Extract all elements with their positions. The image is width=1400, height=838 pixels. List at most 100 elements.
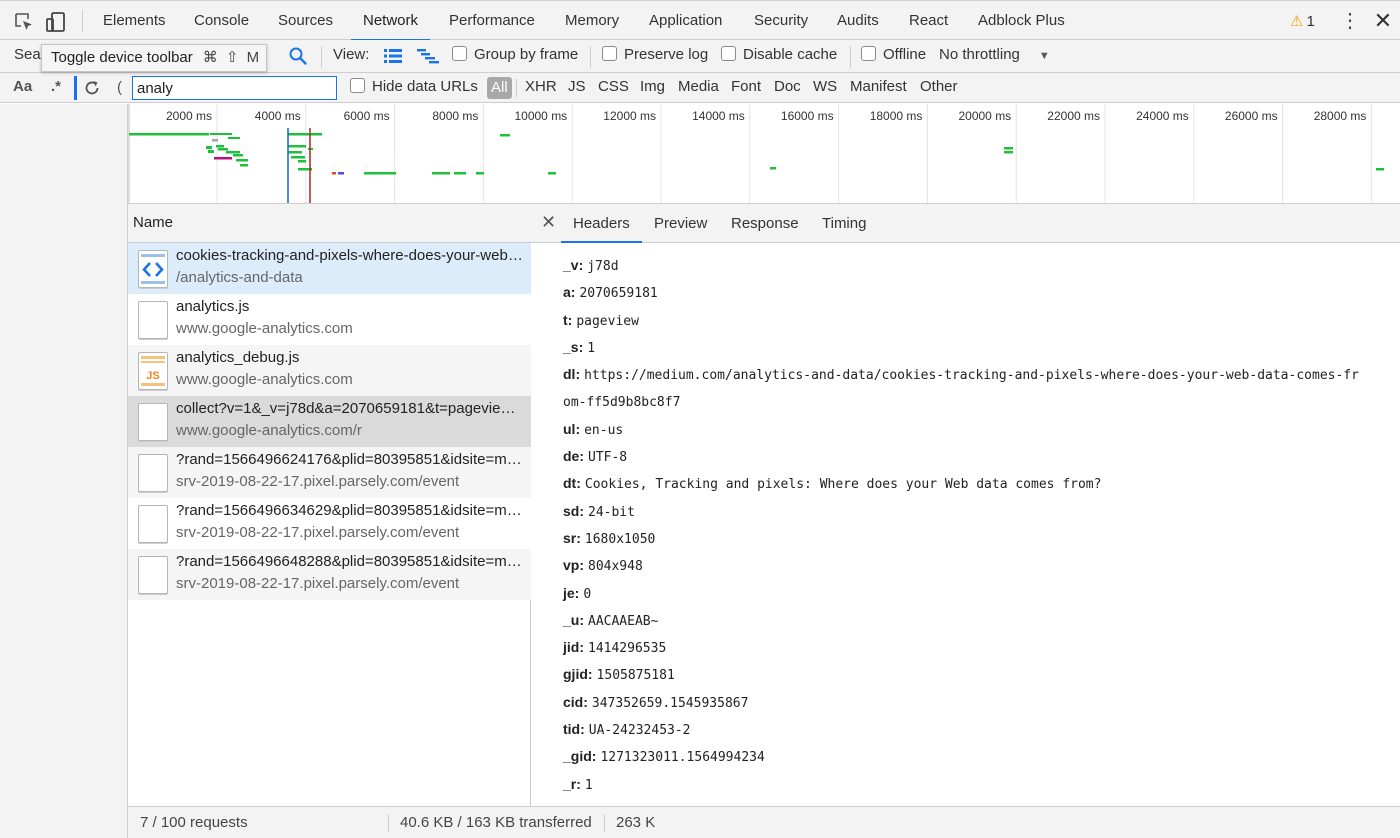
query-param-row: t: pageview	[563, 307, 1400, 334]
request-row[interactable]: ?rand=1566496648288&plid=80395851&idsite…	[128, 549, 531, 600]
tab-audits[interactable]: Audits	[837, 1, 879, 40]
request-count: 7 / 100 requests	[140, 814, 248, 831]
large-request-rows-icon[interactable]	[384, 48, 402, 64]
filter-type-css[interactable]: CSS	[598, 78, 629, 95]
waterfall-bar	[218, 148, 228, 151]
filter-type-xhr[interactable]: XHR	[525, 78, 557, 95]
group-by-frame-checkbox[interactable]: Group by frame	[452, 46, 578, 63]
request-path: www.google-analytics.com/r	[176, 422, 362, 439]
preserve-log-checkbox[interactable]: Preserve log	[602, 46, 708, 63]
filter-type-manifest[interactable]: Manifest	[850, 78, 907, 95]
filter-type-img[interactable]: Img	[640, 78, 665, 95]
preserve-log-label: Preserve log	[624, 46, 709, 63]
request-path: srv-2019-08-22-17.pixel.parsely.com/even…	[176, 473, 460, 490]
filter-type-ws[interactable]: WS	[813, 78, 837, 95]
tooltip-text: Toggle device toolbar	[51, 49, 193, 66]
device-toolbar-icon[interactable]	[45, 11, 67, 33]
more-options-icon[interactable]: ⋮	[1340, 9, 1360, 33]
tab-react[interactable]: React	[909, 1, 948, 40]
network-overview[interactable]: 2000 ms 4000 ms 6000 ms 8000 ms 10000 ms 1200…	[128, 104, 1400, 204]
waterfall-bar	[214, 157, 232, 160]
close-devtools-icon[interactable]: ✕	[1372, 7, 1394, 35]
file-icon	[138, 505, 168, 543]
filter-type-all[interactable]: All	[487, 77, 512, 99]
group-by-frame-box[interactable]	[452, 46, 467, 61]
timeline-tick-label: 26000 ms	[1225, 109, 1278, 123]
tab-performance[interactable]: Performance	[449, 1, 535, 40]
query-param-row: cid: 347352659.1545935867	[563, 689, 1400, 716]
offline-checkbox[interactable]: Offline	[861, 46, 926, 63]
waterfall-bar	[332, 172, 336, 175]
request-path: www.google-analytics.com	[176, 371, 353, 388]
request-name: ?rand=1566496648288&plid=80395851&idsite…	[176, 553, 526, 570]
filter-type-media[interactable]: Media	[678, 78, 719, 95]
waterfall-bar	[228, 137, 240, 139]
waterfall-overview-icon[interactable]	[417, 48, 439, 64]
request-row[interactable]: analytics.js www.google-analytics.com	[128, 294, 531, 345]
param-key: _u:	[563, 611, 584, 628]
request-row[interactable]: JS analytics_debug.js www.google-analytics…	[128, 345, 531, 396]
tab-application[interactable]: Application	[649, 1, 722, 40]
filter-type-doc[interactable]: Doc	[774, 78, 801, 95]
filter-type-js[interactable]: JS	[568, 78, 586, 95]
param-value: pageview	[576, 313, 639, 329]
query-param-row: jid: 1414296535	[563, 634, 1400, 661]
close-details-icon[interactable]: ✕	[541, 212, 556, 233]
name-column-header[interactable]: Name	[128, 204, 531, 243]
filter-input[interactable]	[132, 76, 337, 100]
clear-icon[interactable]: (	[117, 79, 122, 96]
preserve-log-box[interactable]	[602, 46, 617, 61]
tab-memory[interactable]: Memory	[565, 1, 619, 40]
overview-chart: 2000 ms 4000 ms 6000 ms 8000 ms 10000 ms 1200…	[128, 104, 1384, 203]
request-row[interactable]: ?rand=1566496634629&plid=80395851&idsite…	[128, 498, 531, 549]
filter-type-other[interactable]: Other	[920, 78, 958, 95]
param-value: 1	[584, 777, 593, 793]
timeline-tick-label: 12000 ms	[603, 109, 656, 123]
query-param-row: _v: j78d	[563, 252, 1400, 279]
regex-toggle[interactable]: .*	[51, 78, 61, 95]
param-key: je:	[563, 584, 580, 601]
param-key: sd:	[563, 502, 584, 519]
search-icon[interactable]	[288, 46, 308, 66]
query-param-row: tid: UA-24232453-2	[563, 716, 1400, 743]
tab-security[interactable]: Security	[754, 1, 808, 40]
waterfall-bar	[129, 133, 209, 136]
waterfall-bar	[288, 151, 302, 154]
tab-sources[interactable]: Sources	[278, 1, 333, 40]
query-param-row: sr: 1680x1050	[563, 525, 1400, 552]
hide-data-urls-box[interactable]	[350, 78, 365, 93]
param-value: 347352659.1545935867	[591, 695, 749, 711]
disable-cache-checkbox[interactable]: Disable cache	[721, 46, 837, 63]
query-param-row: dl: https://medium.com/analytics-and-data…	[563, 361, 1400, 388]
tab-elements[interactable]: Elements	[103, 1, 166, 40]
disable-cache-box[interactable]	[721, 46, 736, 61]
tab-headers[interactable]: Headers	[561, 204, 642, 243]
hide-data-urls-checkbox[interactable]: Hide data URLs	[350, 78, 478, 95]
waterfall-bar	[432, 172, 450, 175]
warnings-counter[interactable]: ⚠ 1	[1290, 12, 1315, 30]
tab-adblock-plus[interactable]: Adblock Plus	[978, 1, 1065, 40]
param-key: _r:	[563, 775, 581, 792]
throttling-select[interactable]: No throttling ▼	[939, 46, 1050, 63]
tab-timing[interactable]: Timing	[822, 204, 866, 242]
tab-network[interactable]: Network	[350, 1, 431, 41]
param-key: cid:	[563, 693, 588, 710]
request-row[interactable]: cookies-tracking-and-pixels-where-does-y…	[128, 243, 531, 294]
filter-type-font[interactable]: Font	[731, 78, 761, 95]
tab-console[interactable]: Console	[194, 1, 249, 40]
match-case-toggle[interactable]: Aa	[13, 78, 32, 95]
waterfall-bar	[210, 133, 232, 135]
inspect-element-icon[interactable]	[13, 11, 35, 33]
query-param-row: sd: 24-bit	[563, 498, 1400, 525]
request-row[interactable]: ?rand=1566496624176&plid=80395851&idsite…	[128, 447, 531, 498]
request-name: analytics_debug.js	[176, 349, 300, 366]
offline-box[interactable]	[861, 46, 876, 61]
request-row[interactable]: collect?v=1&_v=j78d&a=2070659181&t=pagev…	[128, 396, 531, 447]
timeline-tick-label: 10000 ms	[514, 109, 567, 123]
tab-preview[interactable]: Preview	[654, 204, 707, 242]
param-value: 1271323011.1564994234	[600, 750, 765, 766]
tab-response[interactable]: Response	[731, 204, 799, 242]
refresh-icon[interactable]	[83, 79, 101, 97]
details-tabs: ✕ Headers Preview Response Timing	[531, 204, 1400, 243]
timeline-tick-label: 6000 ms	[344, 109, 390, 123]
